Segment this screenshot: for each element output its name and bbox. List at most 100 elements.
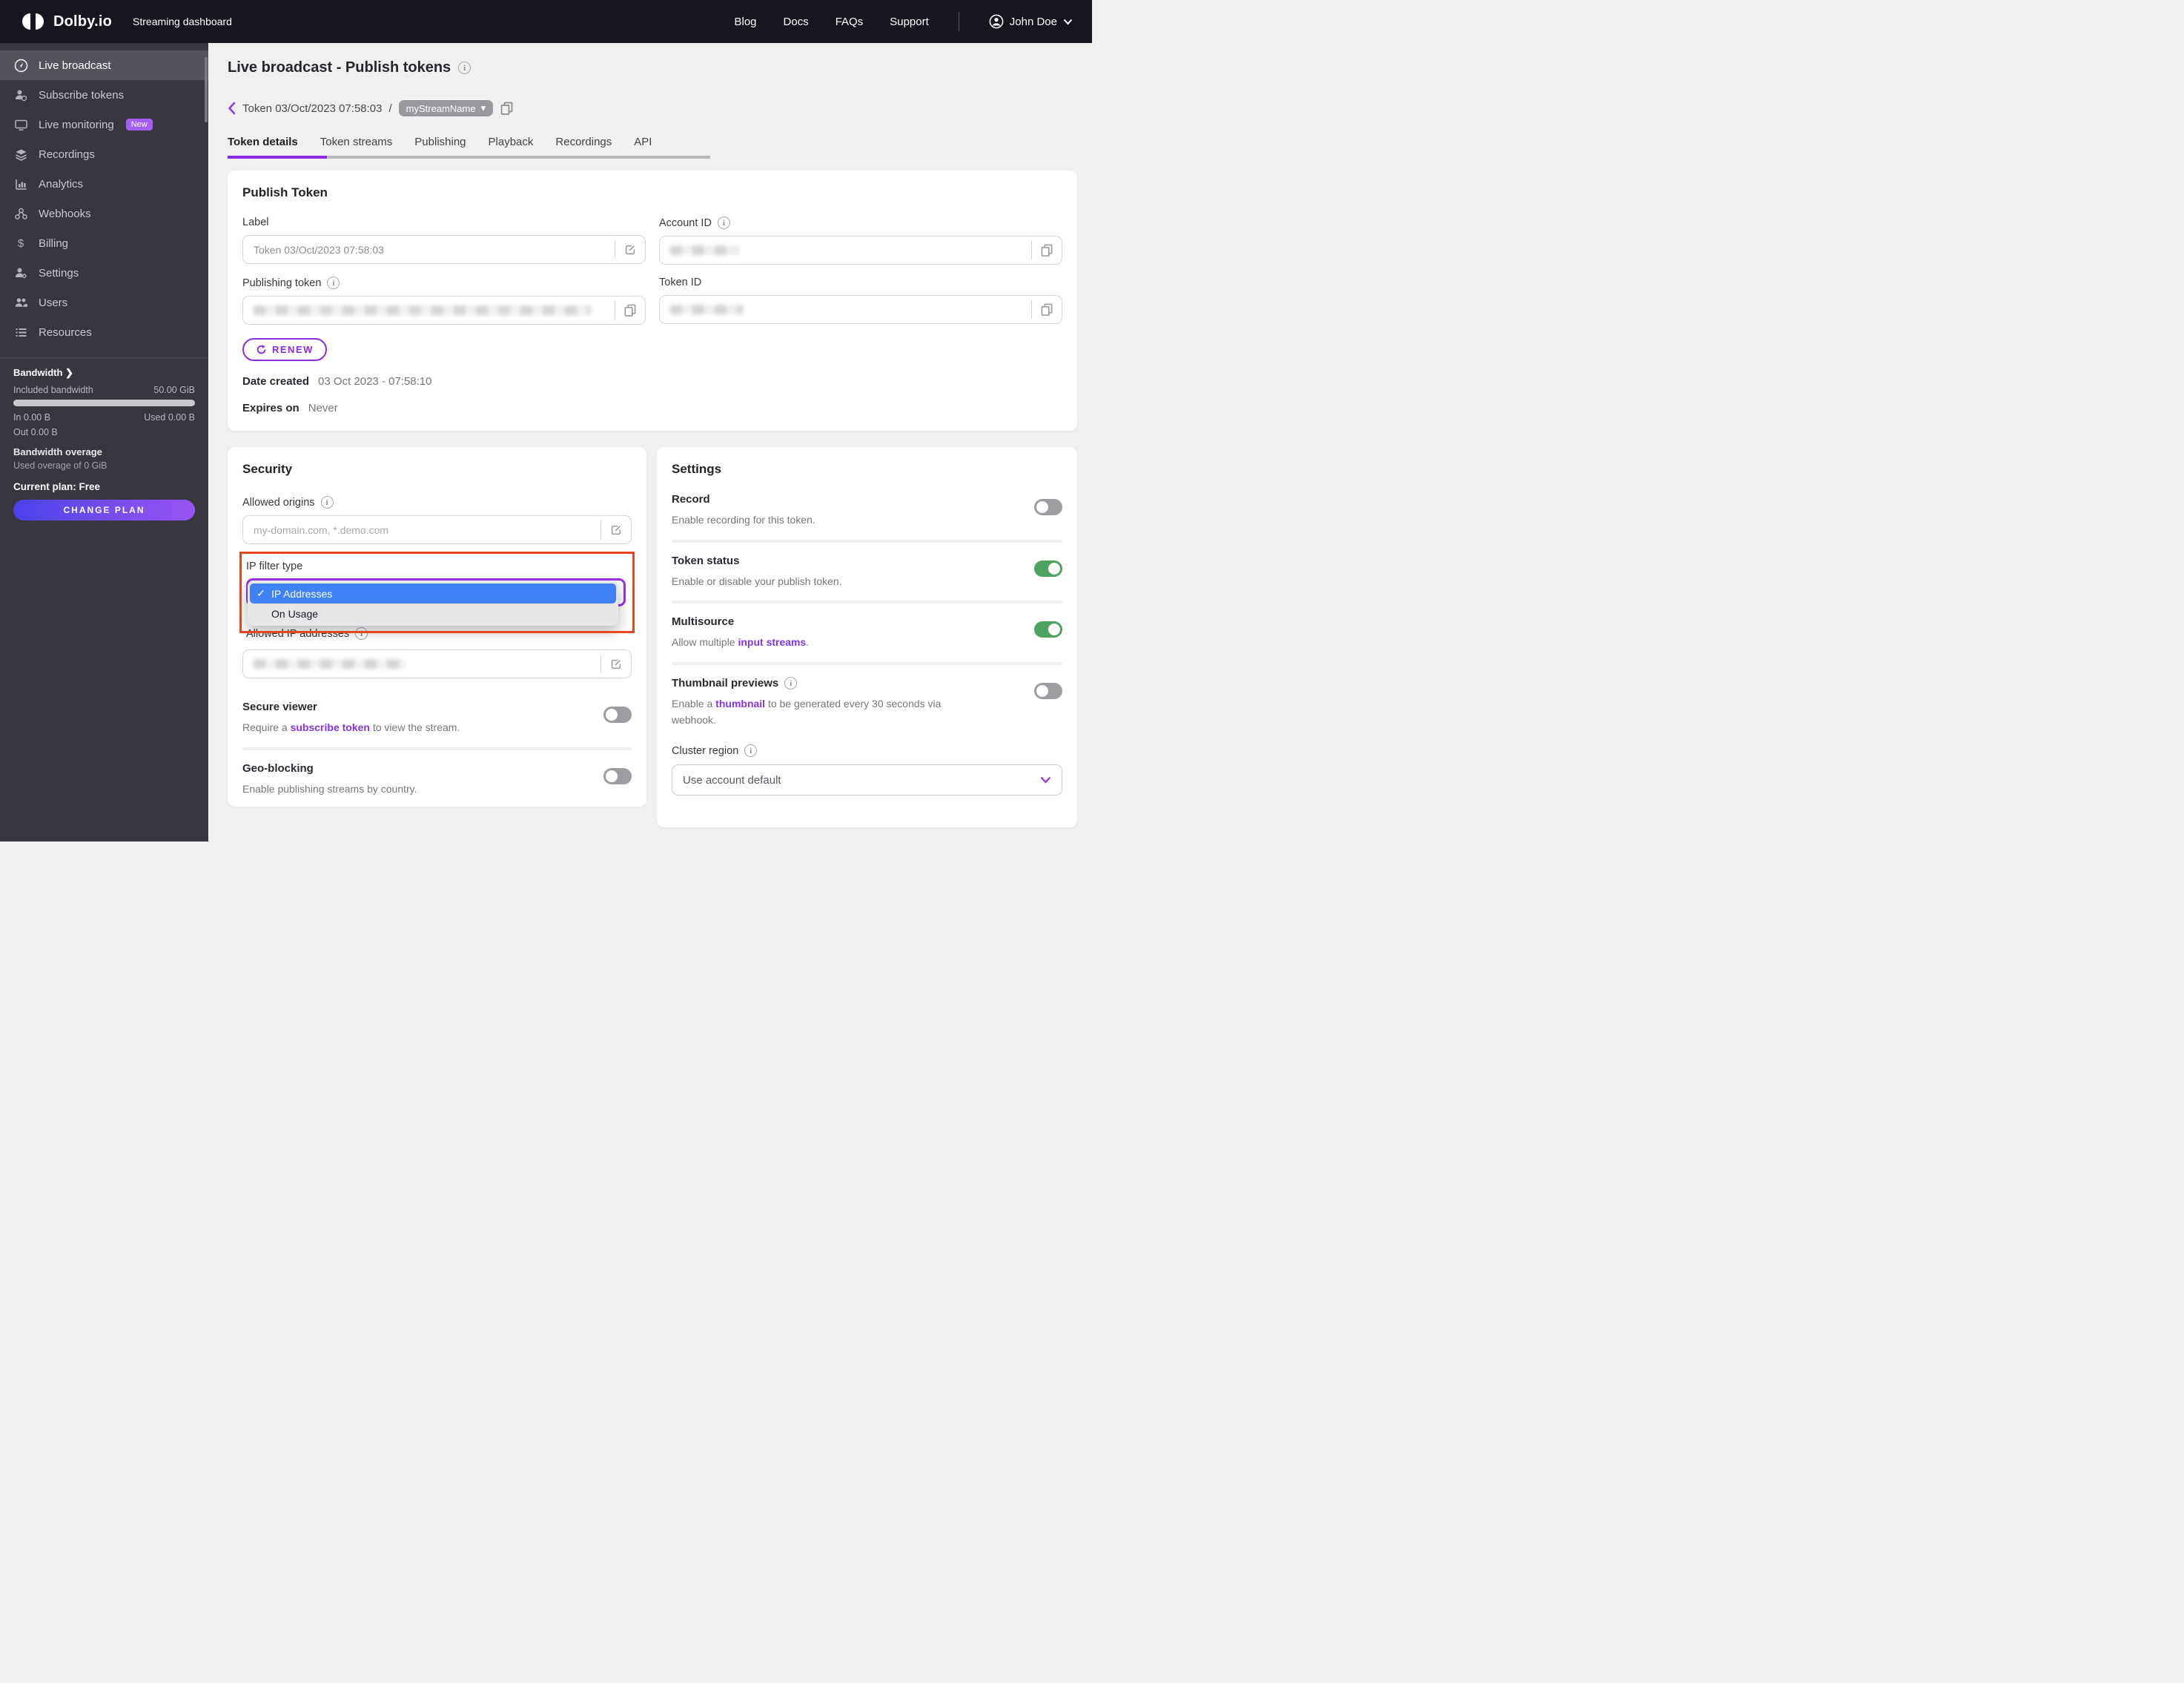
nav-support[interactable]: Support [890, 16, 929, 28]
webhook-icon [13, 206, 28, 221]
tab-token-details[interactable]: Token details [228, 136, 298, 156]
active-tab-underline [228, 156, 327, 159]
renew-button[interactable]: RENEW [242, 338, 327, 361]
copy-token-id-button[interactable] [1032, 302, 1062, 317]
sidebar-item-webhooks[interactable]: Webhooks [0, 199, 208, 228]
person-gear-icon [13, 265, 28, 280]
sidebar-item-label: Analytics [39, 177, 84, 191]
brand-name: Dolby.io [53, 13, 113, 30]
bandwidth-in: In 0.00 B [13, 412, 51, 423]
dropdown-option-label: IP Addresses [271, 587, 333, 600]
geo-blocking-toggle[interactable] [603, 767, 632, 784]
page-info-icon[interactable]: i [458, 62, 471, 74]
sidebar: Live broadcast Subscribe tokens Live mon… [0, 43, 208, 842]
bandwidth-title[interactable]: Bandwidth ❯ [13, 367, 195, 379]
sidebar-item-subscribe-tokens[interactable]: Subscribe tokens [0, 80, 208, 110]
row-divider [672, 662, 1062, 666]
sidebar-item-settings[interactable]: Settings [0, 258, 208, 288]
allowed-origins-label: Allowed origins [242, 496, 315, 509]
cluster-region-label: Cluster region [672, 744, 739, 757]
sidebar-item-live-monitoring[interactable]: Live monitoring New [0, 110, 208, 139]
token-status-toggle[interactable] [1034, 560, 1062, 577]
stream-name-dropdown[interactable]: myStreamName ▾ [398, 100, 494, 116]
allowed-origins-input[interactable] [254, 523, 600, 536]
bandwidth-overage-title: Bandwidth overage [13, 446, 102, 457]
row-divider [242, 747, 632, 750]
account-id-info-icon[interactable]: i [717, 216, 730, 229]
token-status-desc: Enable or disable your publish token. [672, 575, 842, 587]
nav-faqs[interactable]: FAQs [835, 16, 864, 28]
thumbnail-previews-toggle[interactable] [1034, 683, 1062, 700]
sidebar-item-recordings[interactable]: Recordings [0, 139, 208, 169]
edit-allowed-ip-button[interactable] [601, 658, 631, 671]
sidebar-scrollbar[interactable] [205, 57, 208, 122]
layers-icon [13, 147, 28, 162]
allowed-origins-info-icon[interactable]: i [320, 496, 334, 509]
user-menu[interactable]: John Doe [989, 14, 1073, 29]
tab-playback[interactable]: Playback [489, 136, 534, 156]
settings-title: Settings [672, 462, 722, 476]
account-id-field [659, 236, 1062, 265]
sidebar-item-label: Recordings [39, 148, 95, 161]
change-plan-button[interactable]: CHANGE PLAN [13, 500, 195, 520]
bandwidth-progress-bar [13, 400, 195, 406]
sidebar-item-users[interactable]: Users [0, 288, 208, 317]
multisource-toggle[interactable] [1034, 621, 1062, 638]
sidebar-item-billing[interactable]: $ Billing [0, 228, 208, 258]
expires-on-label: Expires on [242, 402, 300, 414]
avatar-icon [989, 14, 1004, 29]
publish-token-card: Publish Token Label Account ID i [228, 171, 1077, 431]
copy-account-id-button[interactable] [1032, 243, 1062, 257]
sidebar-item-label: Users [39, 296, 68, 309]
tab-token-streams[interactable]: Token streams [320, 136, 393, 156]
edit-label-button[interactable] [615, 243, 645, 257]
allowed-ip-redacted-value [254, 659, 406, 669]
allowed-ip-info-icon[interactable]: i [355, 627, 368, 640]
list-icon [13, 325, 28, 340]
label-field [242, 235, 646, 264]
allowed-origins-field [242, 515, 632, 544]
sidebar-item-label: Webhooks [39, 207, 91, 220]
breadcrumb-token[interactable]: Token 03/Oct/2023 07:58:03 [242, 102, 382, 115]
dollar-icon: $ [17, 237, 24, 250]
copy-stream-button[interactable] [500, 101, 514, 116]
publishing-token-info-icon[interactable]: i [327, 277, 340, 289]
secure-viewer-toggle[interactable] [603, 707, 632, 723]
broadcast-icon [13, 58, 28, 73]
tab-api[interactable]: API [634, 136, 652, 156]
token-id-redacted-value [670, 305, 743, 314]
sidebar-item-label: Billing [39, 237, 69, 250]
secure-viewer-desc: Require a subscribe token to view the st… [242, 721, 460, 733]
label-input[interactable] [254, 243, 615, 256]
security-card: Security Allowed origins i IP filter type… [228, 447, 646, 807]
multisource-title: Multisource [672, 615, 735, 629]
sidebar-item-analytics[interactable]: Analytics [0, 169, 208, 199]
cluster-region-info-icon[interactable]: i [744, 744, 758, 758]
cluster-region-select[interactable]: Use account default [672, 764, 1062, 796]
sidebar-item-resources[interactable]: Resources [0, 317, 208, 347]
tab-publishing[interactable]: Publishing [414, 136, 466, 156]
subscribe-token-link[interactable]: subscribe token [291, 721, 370, 733]
bandwidth-used: Used 0.00 B [144, 412, 195, 423]
breadcrumb: Token 03/Oct/2023 07:58:03 / myStreamNam… [228, 100, 1077, 116]
dropdown-option-ip-addresses[interactable]: ✓ IP Addresses [250, 583, 616, 604]
input-streams-link[interactable]: input streams [738, 636, 806, 648]
dolby-logo: Dolby.io [19, 13, 112, 30]
row-divider [672, 601, 1062, 604]
thumbnail-link[interactable]: thumbnail [715, 698, 765, 710]
nav-docs[interactable]: Docs [784, 16, 809, 28]
record-toggle[interactable] [1034, 499, 1062, 515]
user-name: John Doe [1009, 15, 1057, 28]
current-plan: Current plan: Free [13, 481, 101, 492]
dropdown-option-on-usage[interactable]: On Usage [250, 604, 616, 624]
nav-blog[interactable]: Blog [735, 16, 757, 28]
copy-publishing-token-button[interactable] [615, 303, 645, 317]
chevron-left-icon[interactable] [228, 102, 236, 115]
sidebar-item-live-broadcast[interactable]: Live broadcast [0, 50, 208, 80]
edit-allowed-origins-button[interactable] [601, 523, 631, 537]
thumbnail-previews-info-icon[interactable]: i [784, 677, 798, 690]
thumbnail-previews-desc: Enable a thumbnail to be generated every… [672, 698, 942, 726]
tab-recordings[interactable]: Recordings [555, 136, 612, 156]
stream-name: myStreamName [406, 102, 476, 114]
refresh-icon [257, 345, 266, 354]
